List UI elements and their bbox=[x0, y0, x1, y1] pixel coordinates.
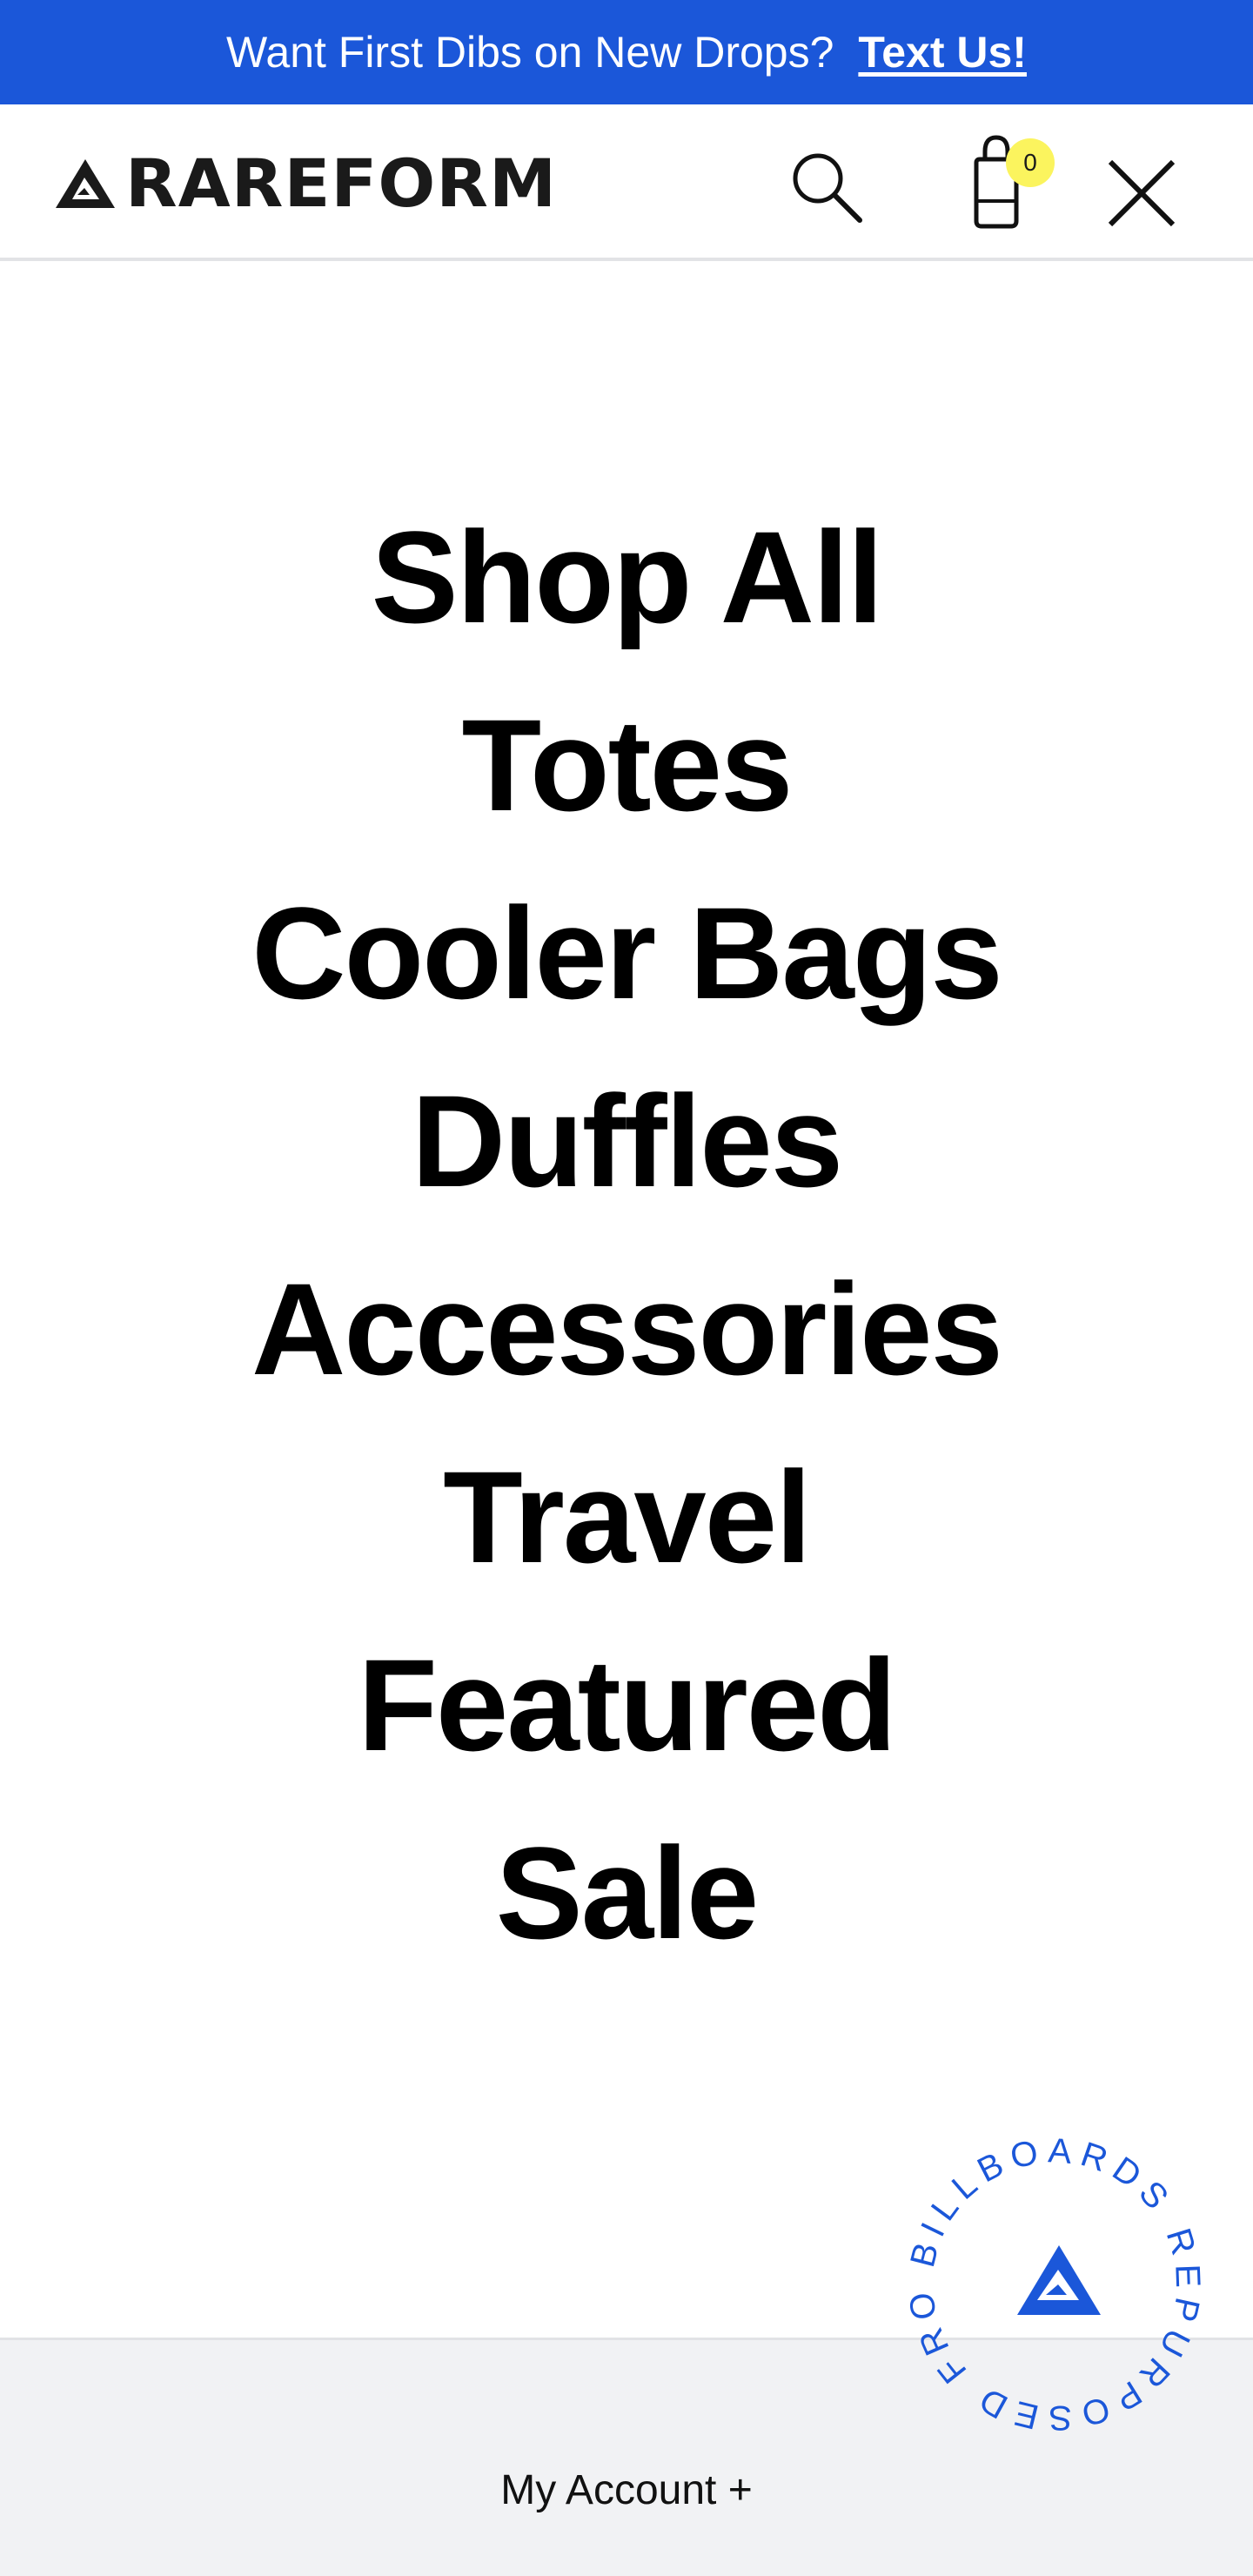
menu-item-duffles[interactable]: Duffles bbox=[412, 1047, 843, 1235]
search-button[interactable] bbox=[787, 148, 866, 226]
billboards-repurposed-badge[interactable]: BILLBOARDS REPURPOSED FROM bbox=[888, 2106, 1203, 2437]
close-menu-button[interactable] bbox=[1098, 150, 1185, 237]
menu-item-featured[interactable]: Featured bbox=[358, 1611, 896, 1799]
menu-item-travel[interactable]: Travel bbox=[443, 1423, 812, 1611]
menu-item-shop-all[interactable]: Shop All bbox=[372, 483, 884, 671]
cart-count-badge: 0 bbox=[1006, 138, 1055, 187]
my-account-toggle[interactable]: My Account + bbox=[0, 2466, 1253, 2514]
cart-button[interactable]: 0 bbox=[953, 131, 1057, 235]
site-header: RAREFORM 0 bbox=[0, 104, 1253, 261]
repurposed-badge-icon: BILLBOARDS REPURPOSED FROM bbox=[888, 2106, 1200, 2437]
close-icon bbox=[1108, 159, 1176, 227]
search-icon bbox=[793, 153, 862, 223]
menu-item-totes[interactable]: Totes bbox=[462, 671, 794, 859]
menu-item-sale[interactable]: Sale bbox=[496, 1799, 760, 1987]
logo-mark-icon bbox=[56, 159, 115, 208]
menu-item-accessories[interactable]: Accessories bbox=[251, 1235, 1003, 1423]
promo-banner: Want First Dibs on New Drops? Text Us! bbox=[0, 0, 1253, 104]
logo-wordmark: RAREFORM bbox=[125, 144, 558, 222]
rareform-logo[interactable]: RAREFORM bbox=[54, 151, 556, 217]
promo-text: Want First Dibs on New Drops? bbox=[226, 28, 834, 77]
menu-item-cooler-bags[interactable]: Cooler Bags bbox=[251, 859, 1003, 1047]
main-menu: Shop All Totes Cooler Bags Duffles Acces… bbox=[0, 483, 1253, 1987]
text-us-link[interactable]: Text Us! bbox=[858, 27, 1027, 77]
